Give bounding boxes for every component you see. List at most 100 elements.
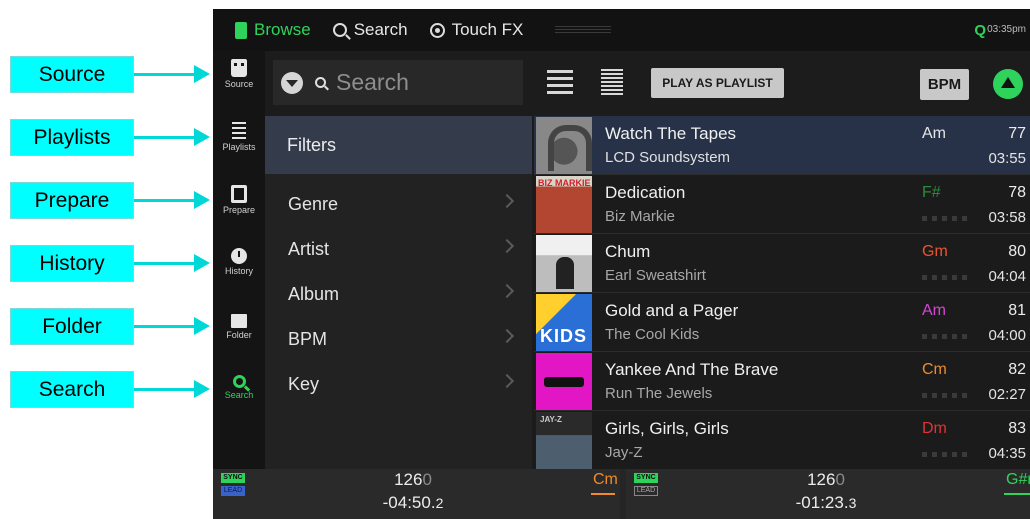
left-nav: Source Playlists Prepare History Folder … bbox=[213, 51, 265, 469]
track-row[interactable]: Yankee And The Brave Run The Jewels Cm 8… bbox=[534, 352, 1030, 411]
callout-prepare: Prepare bbox=[10, 182, 134, 219]
nav-item-folder[interactable]: Folder bbox=[213, 306, 265, 356]
filter-label: Artist bbox=[288, 238, 330, 259]
filter-label: BPM bbox=[288, 328, 328, 349]
nav-label: Source bbox=[224, 79, 254, 89]
chevron-right-icon bbox=[499, 328, 515, 344]
filter-item-artist[interactable]: Artist bbox=[265, 227, 532, 271]
track-key: Gm bbox=[922, 243, 948, 260]
track-key: Cm bbox=[922, 361, 947, 378]
rating-stars[interactable] bbox=[922, 216, 970, 221]
track-title: Girls, Girls, Girls bbox=[605, 419, 729, 438]
search-input[interactable]: Search bbox=[273, 60, 523, 105]
track-row[interactable]: JAY-Z Girls, Girls, Girls Jay-Z Dm 83 04… bbox=[534, 411, 1030, 470]
rating-stars[interactable] bbox=[922, 452, 970, 457]
rating-stars[interactable] bbox=[922, 334, 970, 339]
source-icon bbox=[231, 59, 247, 77]
deck-key-underline bbox=[1004, 493, 1030, 495]
folder-icon bbox=[231, 314, 247, 328]
nav-item-prepare[interactable]: Prepare bbox=[213, 181, 265, 231]
track-title: Yankee And The Brave bbox=[605, 360, 779, 379]
deck-time-main: -04:50. bbox=[382, 493, 436, 512]
history-icon bbox=[231, 248, 247, 264]
chevron-right-icon bbox=[499, 373, 515, 389]
device-screen: Browse Search Touch FX Q 03:35pm Source … bbox=[213, 9, 1030, 519]
lead-badge: LEAD bbox=[634, 486, 658, 496]
browse-toolbar: Search PLAY AS PLAYLIST BPM bbox=[265, 51, 1030, 116]
nav-label: Search bbox=[224, 390, 254, 400]
chevron-right-icon bbox=[499, 238, 515, 254]
callout-label: Source bbox=[38, 62, 106, 86]
nav-item-playlists[interactable]: Playlists bbox=[213, 118, 265, 168]
track-title: Watch The Tapes bbox=[605, 124, 737, 143]
arrow-search bbox=[134, 380, 210, 398]
list-view-icon[interactable] bbox=[601, 69, 623, 95]
track-row[interactable]: Watch The Tapes LCD Soundsystem Am 77 03… bbox=[534, 116, 1030, 175]
deck-2[interactable]: SYNC LEAD 1260 -01:23.3 G#r bbox=[626, 469, 1030, 519]
track-key: Dm bbox=[922, 420, 947, 437]
callout-label: Playlists bbox=[33, 125, 111, 149]
tab-browse[interactable]: Browse bbox=[235, 20, 311, 40]
track-time: 03:58 bbox=[988, 209, 1026, 226]
track-bpm: 82 bbox=[1008, 361, 1026, 378]
nav-item-history[interactable]: History bbox=[213, 244, 265, 294]
deck-bpm: 1260 bbox=[363, 470, 463, 490]
play-as-playlist-button[interactable]: PLAY AS PLAYLIST bbox=[651, 68, 784, 98]
quantize-indicator[interactable]: Q bbox=[974, 22, 986, 39]
track-bpm: 78 bbox=[1008, 184, 1026, 201]
callout-label: Prepare bbox=[34, 188, 110, 212]
track-artist: Run The Jewels bbox=[605, 385, 713, 402]
filters-panel: Filters Genre Artist Album BPM Key bbox=[265, 116, 532, 469]
callout-label: Search bbox=[38, 377, 106, 401]
filters-header[interactable]: Filters bbox=[265, 116, 532, 174]
sort-direction-icon[interactable] bbox=[993, 69, 1023, 99]
callout-history: History bbox=[10, 245, 134, 282]
tab-label: Browse bbox=[254, 20, 311, 39]
drag-handle[interactable] bbox=[555, 25, 612, 35]
track-time: 04:35 bbox=[988, 445, 1026, 462]
album-art bbox=[536, 353, 592, 410]
chevron-down-icon[interactable] bbox=[281, 71, 303, 94]
album-art: BIZ MARKIE bbox=[536, 176, 592, 233]
nav-item-search[interactable]: Search bbox=[213, 369, 265, 419]
deck-time-main: -01:23. bbox=[795, 493, 849, 512]
track-row[interactable]: BIZ MARKIE Dedication Biz Markie F# 78 0… bbox=[534, 175, 1030, 234]
deck-time-decimal: 3 bbox=[848, 495, 857, 511]
library-icon bbox=[235, 21, 247, 39]
search-icon bbox=[315, 77, 326, 88]
deck-key: G#r bbox=[1006, 471, 1030, 488]
tab-search[interactable]: Search bbox=[332, 20, 408, 40]
nav-label: Prepare bbox=[222, 205, 256, 215]
sort-by-button[interactable]: BPM bbox=[920, 69, 969, 100]
track-artist: Biz Markie bbox=[605, 208, 676, 225]
touch-fx-icon bbox=[429, 22, 445, 38]
edit-playlist-icon[interactable] bbox=[547, 70, 573, 94]
rating-stars[interactable] bbox=[922, 275, 970, 280]
album-art-figure bbox=[556, 257, 574, 289]
track-row[interactable]: Chum Earl Sweatshirt Gm 80 04:04 bbox=[534, 234, 1030, 293]
filter-item-genre[interactable]: Genre bbox=[265, 182, 532, 226]
rating-stars[interactable] bbox=[922, 393, 970, 398]
track-bpm: 80 bbox=[1008, 243, 1026, 260]
nav-label: History bbox=[224, 266, 253, 276]
deck-time: -01:23.3 bbox=[766, 493, 886, 513]
track-list: Watch The Tapes LCD Soundsystem Am 77 03… bbox=[534, 116, 1030, 470]
tab-label: Touch FX bbox=[451, 20, 524, 39]
nav-item-source[interactable]: Source bbox=[213, 55, 265, 105]
filter-item-key[interactable]: Key bbox=[265, 362, 532, 406]
tab-touch-fx[interactable]: Touch FX bbox=[429, 20, 524, 40]
deck-1[interactable]: SYNC LEAD 1260 -04:50.2 Cm bbox=[213, 469, 620, 519]
deck-bar: SYNC LEAD 1260 -04:50.2 Cm SYNC LEAD 126… bbox=[213, 469, 1030, 519]
filter-item-bpm[interactable]: BPM bbox=[265, 317, 532, 361]
lead-badge: LEAD bbox=[221, 486, 245, 496]
playlists-icon bbox=[232, 122, 246, 140]
album-art bbox=[536, 117, 592, 174]
filter-item-album[interactable]: Album bbox=[265, 272, 532, 316]
sync-badge[interactable]: SYNC bbox=[221, 473, 245, 483]
deck-bpm-main: 126 bbox=[807, 470, 836, 489]
callout-label: Folder bbox=[42, 314, 102, 338]
sync-badge[interactable]: SYNC bbox=[634, 473, 658, 483]
callout-search: Search bbox=[10, 371, 134, 408]
deck-time: -04:50.2 bbox=[353, 493, 473, 513]
track-row[interactable]: KIDS Gold and a Pager The Cool Kids Am 8… bbox=[534, 293, 1030, 352]
